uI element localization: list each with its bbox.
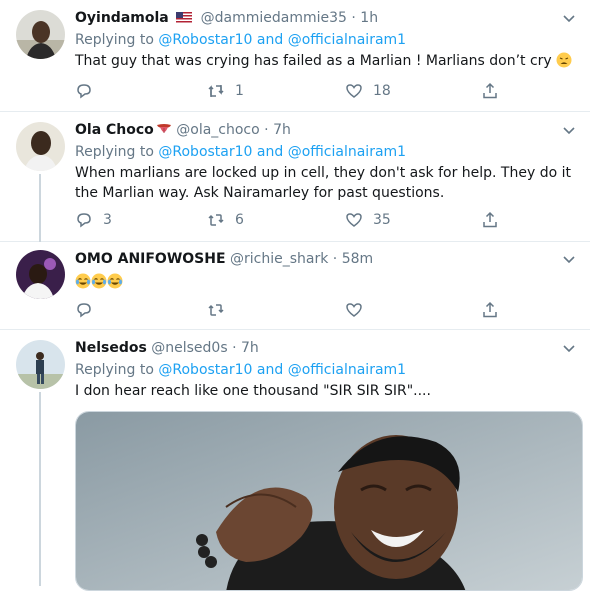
handle[interactable]: @richie_shark [230,251,328,267]
share-icon [483,301,497,318]
tongue-icon [156,121,172,137]
handle[interactable]: @ola_choco [176,122,259,138]
like-button[interactable]: 18 [345,80,391,102]
heart-icon [346,84,362,98]
reply-icon [77,213,91,228]
separator-dot: · [264,122,269,138]
retweet-button[interactable]: 1 [207,80,244,102]
timestamp[interactable]: 1h [360,10,378,26]
replying-to: Replying to @Robostar10 and @officialnai… [75,362,407,378]
like-button[interactable] [345,299,363,321]
timestamp[interactable]: 7h [241,340,259,356]
reply-icon [77,84,91,99]
retweet-icon [208,85,224,97]
separator-dot: · [332,251,338,267]
tweet-actions: 3 6 35 [75,209,505,231]
retweet-button[interactable] [207,299,225,321]
handle[interactable]: @nelsed0s [151,340,227,356]
tweet-actions: 1 18 [75,80,505,102]
thread-line [39,174,41,242]
timestamp[interactable]: 7h [273,122,291,138]
tweet-text [75,272,575,292]
mention-link[interactable]: @officialnairam1 [288,32,406,48]
retweet-button[interactable]: 6 [207,209,244,231]
chevron-down-icon[interactable] [562,12,576,26]
us-flag-icon [176,10,193,23]
avatar[interactable] [16,10,65,59]
tears-of-joy-icon [91,273,107,289]
share-button[interactable] [481,299,499,321]
mention-link[interactable]: @officialnairam1 [288,362,406,378]
chevron-down-icon[interactable] [562,342,576,356]
weary-face-icon [556,52,572,68]
retweet-icon [208,304,224,316]
separator-dot: · [232,340,237,356]
mention-link[interactable]: @officialnairam1 [288,144,406,160]
tweet-media-image[interactable] [75,411,583,591]
share-button[interactable] [481,209,499,231]
chevron-down-icon[interactable] [562,124,576,138]
mention-link[interactable]: @Robostar10 [158,362,252,378]
avatar[interactable] [16,340,65,389]
display-name[interactable]: Nelsedos [75,340,147,356]
chevron-down-icon[interactable] [562,253,576,267]
display-name[interactable]: OMO ANIFOWOSHE [75,251,226,267]
retweet-icon [208,214,224,226]
mention-link[interactable]: @Robostar10 [158,144,252,160]
tweet-text: I don hear reach like one thousand "SIR … [75,383,431,399]
mention-link[interactable]: @Robostar10 [158,32,252,48]
display-name[interactable]: Oyindamola [75,10,169,26]
avatar[interactable] [16,122,65,171]
share-button[interactable] [481,80,499,102]
tweet-text: When marlians are locked up in cell, the… [75,165,571,201]
share-icon [483,211,497,228]
reply-button[interactable] [75,299,93,321]
timestamp[interactable]: 58m [342,251,373,267]
replying-to: Replying to @Robostar10 and @officialnai… [75,144,407,160]
replying-to: Replying to @Robostar10 and @officialnai… [75,32,407,48]
reply-button[interactable]: 3 [75,209,112,231]
tweet-text: That guy that was crying has failed as a… [75,51,575,71]
tears-of-joy-icon [107,273,123,289]
tweet-1[interactable]: Oyindamola @dammiedammie35 · 1h Replying… [0,0,590,112]
tweet-3[interactable]: OMO ANIFOWOSHE @richie_shark · 58m [0,242,590,330]
separator-dot: · [351,10,356,26]
tears-of-joy-icon [75,273,91,289]
share-icon [483,82,497,99]
avatar[interactable] [16,250,65,299]
heart-icon [346,213,362,227]
heart-icon [346,303,362,317]
reply-icon [77,303,91,318]
thread-line [39,392,41,586]
handle[interactable]: @dammiedammie35 [201,10,347,26]
tweet-actions [75,299,505,321]
tweet-2[interactable]: Ola Choco @ola_choco · 7h Replying to @R… [0,112,590,242]
display-name[interactable]: Ola Choco [75,122,154,138]
reply-button[interactable] [75,80,103,102]
like-button[interactable]: 35 [345,209,391,231]
